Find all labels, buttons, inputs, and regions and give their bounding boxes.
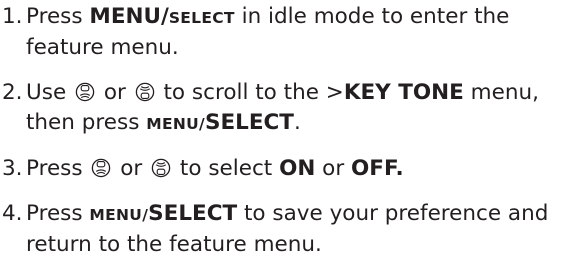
step-text: Press [26, 4, 90, 29]
on-option-label: ON [279, 156, 316, 181]
step-text: Use [26, 80, 73, 105]
step-text: or [113, 156, 150, 181]
key-tone-menu-label: KEY TONE [343, 80, 464, 105]
navigation-down-key-icon [151, 158, 171, 178]
step-1: 1. Press MENU/SELECT in idle mode to ent… [0, 2, 588, 63]
step-text: . [293, 110, 301, 135]
menu-key-label: MENU/ [89, 4, 169, 29]
select-key-label: SELECT [168, 9, 235, 27]
select-key-label: SELECT [148, 201, 238, 226]
menu-key-label: MENU/ [89, 206, 149, 224]
select-key-label: SELECT [204, 110, 294, 135]
step-text: Press [26, 156, 90, 181]
step-text: to scroll to the > [156, 80, 344, 105]
step-2: 2. Use or to scroll to the >KEY TONE men… [0, 78, 588, 139]
step-text: Press [26, 201, 90, 226]
step-number: 4. [2, 201, 23, 226]
menu-key-label: MENU/ [146, 115, 205, 133]
instruction-steps: 1. Press MENU/SELECT in idle mode to ent… [0, 0, 588, 260]
step-3: 3. Press or to select ON or OFF. [0, 154, 588, 184]
step-number: 2. [2, 80, 23, 105]
step-text: or [97, 80, 133, 105]
step-4: 4. Press MENU/SELECT to save your prefer… [0, 199, 588, 260]
navigation-down-key-icon [135, 82, 155, 102]
step-number: 1. [2, 4, 23, 29]
off-option-label: OFF. [351, 156, 404, 181]
step-text: to select [173, 156, 280, 181]
navigation-up-key-icon [75, 82, 95, 102]
step-number: 3. [2, 156, 23, 181]
navigation-up-key-icon [91, 158, 111, 178]
step-text: or [315, 156, 352, 181]
